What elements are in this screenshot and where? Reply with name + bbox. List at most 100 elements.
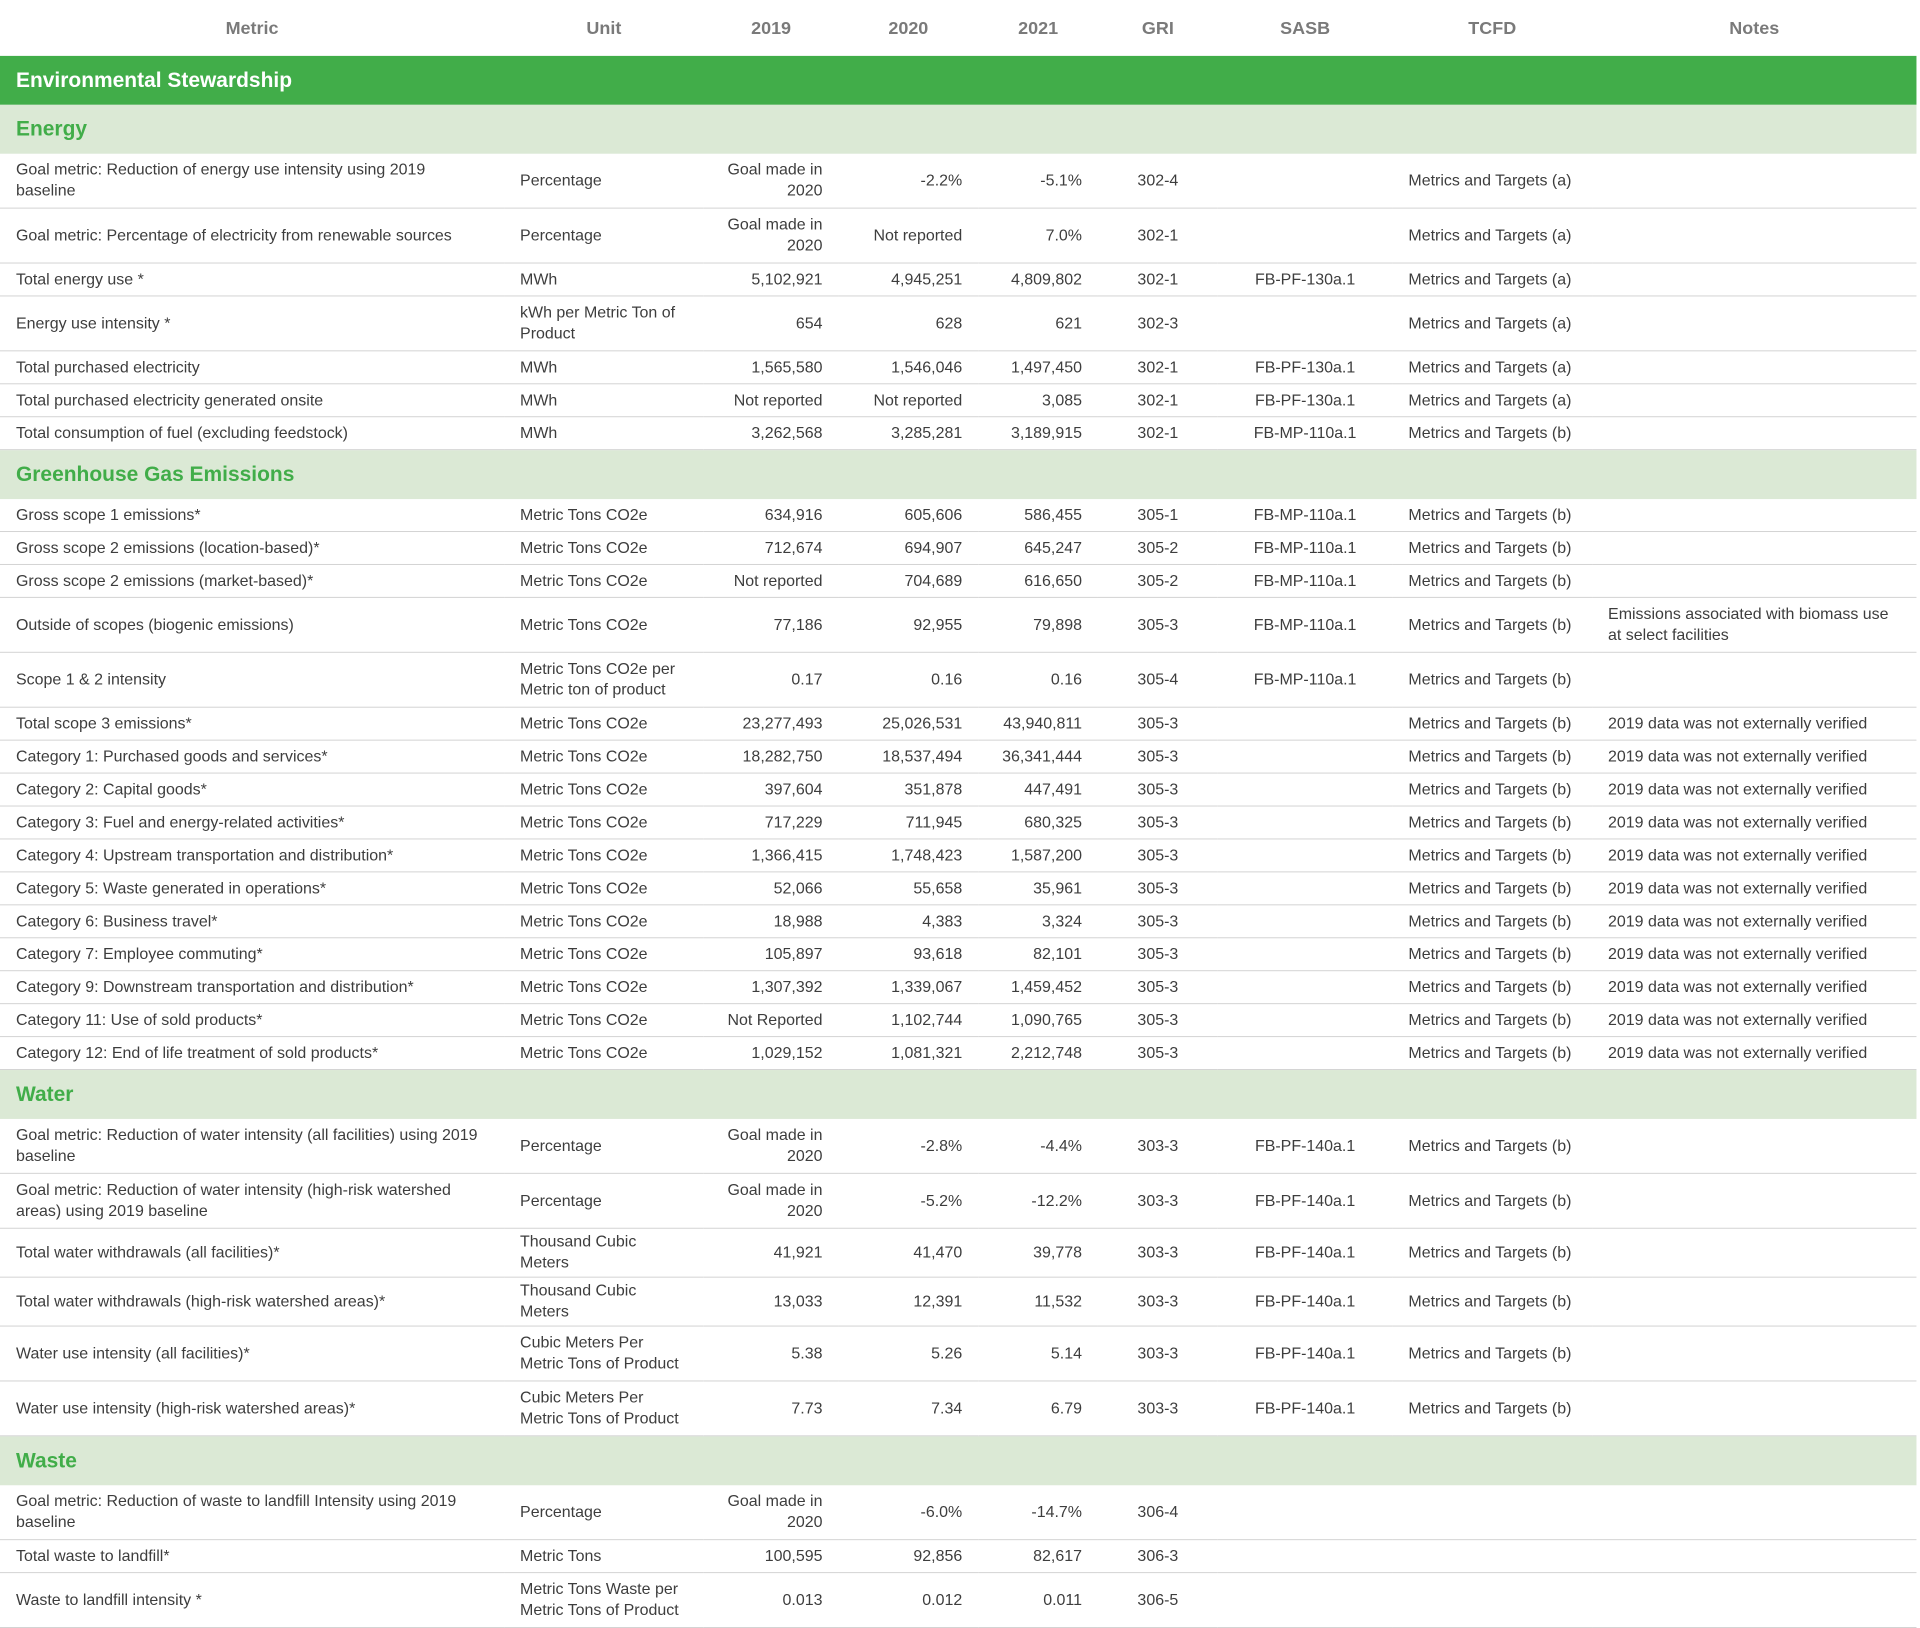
metric-cell: Category 2: Capital goods* bbox=[0, 773, 505, 807]
gri-cell: 303-3 bbox=[1097, 1118, 1218, 1174]
unit-cell: Metric Tons CO2e bbox=[504, 499, 704, 533]
tcfd-cell: Metrics and Targets (b) bbox=[1392, 871, 1593, 906]
gri-cell: 302-1 bbox=[1097, 263, 1218, 297]
sasb-cell bbox=[1217, 937, 1393, 972]
notes-cell bbox=[1592, 499, 1917, 533]
unit-cell: Metric Tons CO2e bbox=[504, 1003, 704, 1038]
unit-cell: Metric Tons CO2e bbox=[504, 597, 704, 653]
value-2019-cell: Goal made in 2020 bbox=[703, 1118, 839, 1174]
value-2020-cell: 1,748,423 bbox=[838, 838, 979, 873]
category-row: Environmental Stewardship bbox=[0, 55, 1917, 105]
unit-cell: Metric Tons CO2e bbox=[504, 904, 704, 939]
value-2019-cell: 634,916 bbox=[703, 499, 839, 533]
notes-cell bbox=[1592, 531, 1917, 565]
value-2021-cell: 82,101 bbox=[978, 937, 1098, 972]
value-2021-cell: 1,459,452 bbox=[978, 970, 1098, 1005]
value-2019-cell: 7.73 bbox=[703, 1380, 839, 1437]
notes-cell bbox=[1592, 1380, 1917, 1437]
unit-cell: Metric Tons CO2e bbox=[504, 531, 704, 565]
gri-cell: 303-3 bbox=[1097, 1173, 1218, 1229]
metric-cell: Goal metric: Reduction of water intensit… bbox=[0, 1173, 505, 1229]
metric-cell: Total purchased electricity bbox=[0, 350, 505, 385]
value-2021-cell: 1,497,450 bbox=[978, 350, 1098, 385]
metric-cell: Goal metric: Reduction of energy use int… bbox=[0, 153, 505, 209]
sasb-cell: FB-MP-110a.1 bbox=[1217, 499, 1393, 533]
unit-cell: Thousand Cubic Meters bbox=[504, 1228, 704, 1278]
metric-cell: Water use intensity (high-risk watershed… bbox=[0, 1380, 505, 1437]
tcfd-cell: Metrics and Targets (a) bbox=[1392, 295, 1593, 352]
esg-metrics-table: Metric Unit 2019 2020 2021 GRI SASB TCFD… bbox=[0, 0, 1917, 1628]
value-2019-cell: 3,262,568 bbox=[703, 416, 839, 451]
value-2021-cell: 1,587,200 bbox=[978, 838, 1098, 873]
gri-cell: 305-3 bbox=[1097, 904, 1218, 939]
value-2020-cell: Not reported bbox=[838, 383, 979, 418]
value-2021-cell: 39,778 bbox=[978, 1228, 1098, 1278]
metric-cell: Category 1: Purchased goods and services… bbox=[0, 740, 505, 774]
tcfd-cell: Metrics and Targets (b) bbox=[1392, 970, 1593, 1005]
unit-cell: Percentage bbox=[504, 1485, 704, 1541]
sasb-cell: FB-PF-140a.1 bbox=[1217, 1173, 1393, 1229]
metric-cell: Category 7: Employee commuting* bbox=[0, 937, 505, 972]
header-notes: Notes bbox=[1729, 17, 1780, 38]
sasb-cell: FB-MP-110a.1 bbox=[1217, 652, 1393, 708]
value-2020-cell: 0.16 bbox=[838, 652, 979, 708]
header-metric: Metric bbox=[225, 17, 279, 38]
metric-cell: Gross scope 2 emissions (market-based)* bbox=[0, 564, 505, 598]
gri-cell: 305-3 bbox=[1097, 970, 1218, 1005]
unit-cell: Percentage bbox=[504, 208, 704, 264]
tcfd-cell bbox=[1392, 1572, 1593, 1628]
sasb-cell bbox=[1217, 773, 1393, 807]
sasb-cell: FB-PF-140a.1 bbox=[1217, 1326, 1393, 1382]
sasb-cell: FB-PF-130a.1 bbox=[1217, 263, 1393, 297]
tcfd-cell: Metrics and Targets (b) bbox=[1392, 740, 1593, 774]
value-2020-cell: 694,907 bbox=[838, 531, 979, 565]
value-2019-cell: 41,921 bbox=[703, 1228, 839, 1278]
notes-cell bbox=[1592, 1539, 1917, 1574]
unit-cell: Metric Tons CO2e bbox=[504, 1036, 704, 1071]
metric-cell: Energy use intensity * bbox=[0, 295, 505, 352]
metric-cell: Category 5: Waste generated in operation… bbox=[0, 871, 505, 906]
notes-cell: 2019 data was not externally verified bbox=[1592, 838, 1917, 873]
unit-cell: Metric Tons bbox=[504, 1539, 704, 1574]
notes-cell bbox=[1592, 1326, 1917, 1382]
sasb-cell bbox=[1217, 1572, 1393, 1628]
tcfd-cell: Metrics and Targets (b) bbox=[1392, 1118, 1593, 1174]
unit-cell: Metric Tons CO2e bbox=[504, 970, 704, 1005]
table-row: Scope 1 & 2 intensity Metric Tons CO2e pe… bbox=[0, 652, 1917, 708]
unit-cell: Percentage bbox=[504, 1173, 704, 1229]
notes-cell: 2019 data was not externally verified bbox=[1592, 707, 1917, 741]
table-row: Goal metric: Reduction of water intensit… bbox=[0, 1118, 1917, 1174]
value-2019-cell: 717,229 bbox=[703, 806, 839, 840]
value-2021-cell: 616,650 bbox=[978, 564, 1098, 598]
notes-cell bbox=[1592, 263, 1917, 297]
value-2020-cell: 7.34 bbox=[838, 1380, 979, 1437]
unit-cell: Percentage bbox=[504, 1118, 704, 1174]
sasb-cell bbox=[1217, 970, 1393, 1005]
value-2020-cell: 704,689 bbox=[838, 564, 979, 598]
value-2021-cell: 11,532 bbox=[978, 1277, 1098, 1327]
notes-cell: Emissions associated with biomass use at… bbox=[1592, 597, 1917, 653]
tcfd-cell: Metrics and Targets (b) bbox=[1392, 773, 1593, 807]
value-2021-cell: 447,491 bbox=[978, 773, 1098, 807]
notes-cell bbox=[1592, 1277, 1917, 1327]
value-2019-cell: Goal made in 2020 bbox=[703, 153, 839, 209]
gri-cell: 305-3 bbox=[1097, 1036, 1218, 1071]
tcfd-cell: Metrics and Targets (b) bbox=[1392, 1036, 1593, 1071]
tcfd-cell: Metrics and Targets (b) bbox=[1392, 838, 1593, 873]
sasb-cell bbox=[1217, 1003, 1393, 1038]
tcfd-cell bbox=[1392, 1485, 1593, 1541]
tcfd-cell: Metrics and Targets (b) bbox=[1392, 564, 1593, 598]
unit-cell: Cubic Meters Per Metric Tons of Product bbox=[504, 1380, 704, 1437]
tcfd-cell: Metrics and Targets (b) bbox=[1392, 1326, 1593, 1382]
value-2021-cell: 0.011 bbox=[978, 1572, 1098, 1628]
value-2019-cell: 1,307,392 bbox=[703, 970, 839, 1005]
gri-cell: 305-3 bbox=[1097, 707, 1218, 741]
metric-cell: Goal metric: Reduction of water intensit… bbox=[0, 1118, 505, 1174]
value-2019-cell: Not reported bbox=[703, 564, 839, 598]
value-2021-cell: -5.1% bbox=[978, 153, 1098, 209]
value-2019-cell: Goal made in 2020 bbox=[703, 1485, 839, 1541]
notes-cell bbox=[1592, 1572, 1917, 1628]
sasb-cell bbox=[1217, 740, 1393, 774]
value-2021-cell: -12.2% bbox=[978, 1173, 1098, 1229]
table-row: Category 5: Waste generated in operation… bbox=[0, 871, 1917, 906]
